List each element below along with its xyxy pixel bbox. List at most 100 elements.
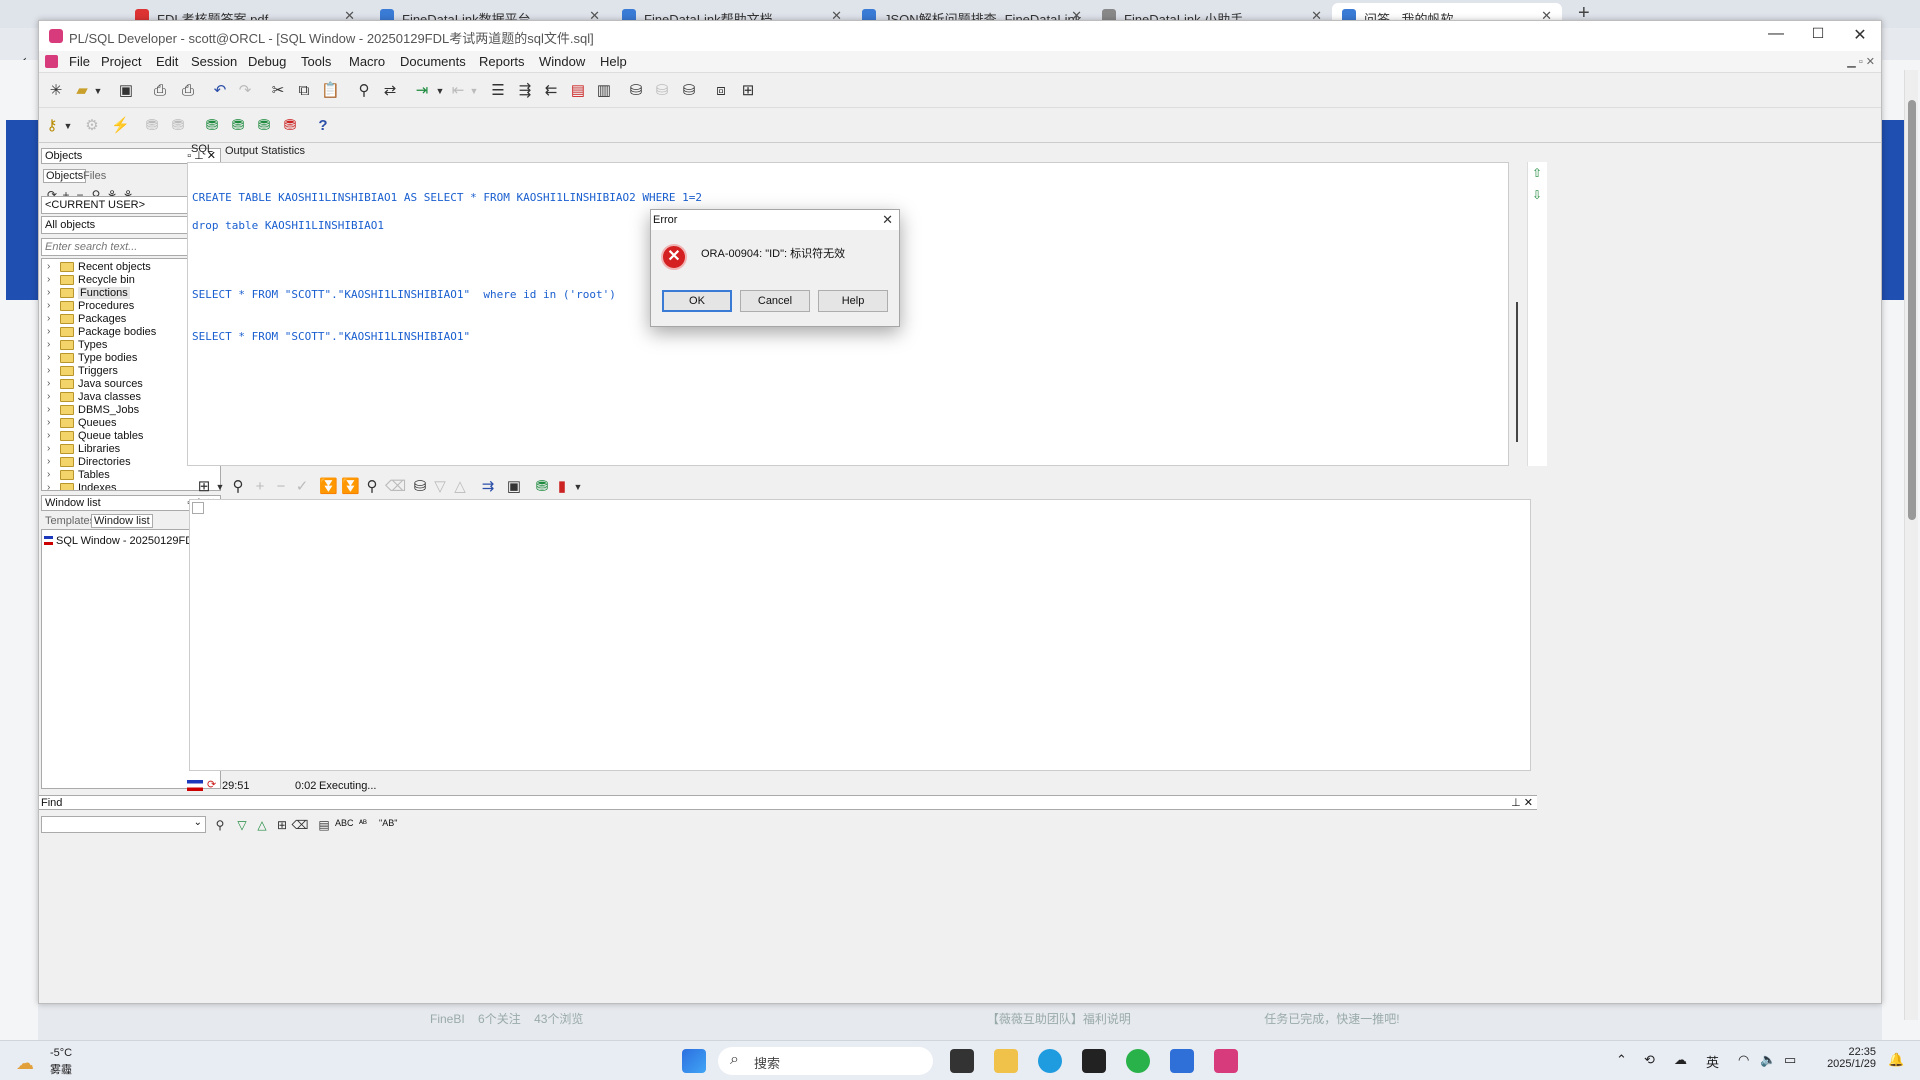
- volume-icon[interactable]: 🔈: [1760, 1052, 1776, 1068]
- minimize-button[interactable]: —: [1761, 25, 1791, 43]
- mdi-window-controls[interactable]: ▁ ▫ ✕: [1847, 55, 1875, 68]
- menu-edit[interactable]: Edit: [156, 54, 178, 69]
- export-icon[interactable]: ⇉: [479, 478, 497, 496]
- cloud-icon[interactable]: ☁: [1674, 1052, 1687, 1068]
- chevron-up-icon[interactable]: ⌃: [1616, 1052, 1627, 1068]
- post-icon[interactable]: ✓: [293, 478, 311, 496]
- menu-window[interactable]: Window: [539, 54, 585, 69]
- paste-icon[interactable]: 📋: [321, 82, 340, 100]
- print-preview-icon[interactable]: ⎙: [179, 82, 197, 100]
- input-language[interactable]: 英: [1706, 1052, 1719, 1071]
- close-window-button[interactable]: ✕: [1845, 25, 1875, 45]
- gear-icon[interactable]: ⚙: [83, 117, 101, 135]
- comment-icon[interactable]: ▤: [569, 82, 587, 100]
- plsql-developer-icon[interactable]: [1214, 1049, 1238, 1073]
- find-input[interactable]: ⌄: [41, 816, 206, 833]
- cut-icon[interactable]: ✂: [269, 82, 287, 100]
- eraser-icon[interactable]: ⌫: [291, 816, 309, 834]
- notification-icon[interactable]: 🔔: [1888, 1052, 1904, 1068]
- menu-documents[interactable]: Documents: [400, 54, 466, 69]
- help-icon[interactable]: ?: [314, 117, 332, 135]
- tab-output[interactable]: Output: [225, 145, 258, 157]
- menu-file[interactable]: File: [69, 54, 90, 69]
- ok-button[interactable]: OK: [662, 290, 732, 312]
- edge-browser-icon[interactable]: [1038, 1049, 1062, 1073]
- chevron-down-icon[interactable]: ▼: [89, 82, 107, 100]
- menu-debug[interactable]: Debug: [248, 54, 286, 69]
- save-icon[interactable]: ▣: [117, 82, 135, 100]
- tab-statistics[interactable]: Statistics: [261, 145, 305, 157]
- tab-window-list[interactable]: Window list: [91, 514, 153, 528]
- tab-templates[interactable]: Templates: [45, 515, 95, 527]
- lock-icon[interactable]: ⚲: [229, 478, 247, 496]
- wifi-icon[interactable]: ◠: [1738, 1052, 1749, 1068]
- commit-icon[interactable]: ⛁: [627, 82, 645, 100]
- undo-icon[interactable]: ↶: [211, 82, 229, 100]
- cancel-button[interactable]: Cancel: [740, 290, 810, 312]
- copy-icon[interactable]: ⧉: [295, 82, 313, 100]
- db-object-icon[interactable]: ⛃: [281, 117, 299, 135]
- explain-plan-icon[interactable]: ☰: [489, 82, 507, 100]
- print-icon[interactable]: ⎙: [151, 82, 169, 100]
- menu-project[interactable]: Project: [101, 54, 141, 69]
- unindent-icon[interactable]: ⇇: [542, 82, 560, 100]
- notepad-icon[interactable]: [1170, 1049, 1194, 1073]
- menu-tools[interactable]: Tools: [301, 54, 331, 69]
- find-next-icon[interactable]: ▽: [233, 816, 251, 834]
- delete-record-icon[interactable]: −: [272, 478, 290, 496]
- whole-word-button[interactable]: ᴬᴮ: [359, 818, 367, 828]
- uncomment-icon[interactable]: ▥: [595, 82, 613, 100]
- highlight-icon[interactable]: ⊞: [273, 816, 291, 834]
- windows-icon[interactable]: ⧈: [712, 82, 730, 100]
- query-by-example-icon[interactable]: ⛁: [411, 478, 429, 496]
- clear-icon[interactable]: ⌫: [385, 478, 406, 496]
- db-icon[interactable]: ⛃: [143, 117, 161, 135]
- menu-help[interactable]: Help: [600, 54, 627, 69]
- new-icon[interactable]: ✳: [47, 82, 65, 100]
- tab-files[interactable]: Files: [83, 170, 106, 182]
- chevron-down-icon[interactable]: ▽: [431, 478, 449, 496]
- scrollbar-thumb[interactable]: [1516, 302, 1518, 442]
- fetch-all-icon[interactable]: ⏬: [341, 478, 360, 496]
- db-icon[interactable]: ⛃: [533, 478, 551, 496]
- menu-reports[interactable]: Reports: [479, 54, 525, 69]
- window-titlebar[interactable]: PL/SQL Developer - scott@ORCL - [SQL Win…: [39, 21, 1881, 51]
- close-icon[interactable]: ✕: [882, 212, 893, 228]
- taskbar-search[interactable]: ⌕ 搜索: [718, 1047, 933, 1075]
- regex-button[interactable]: "AB": [379, 818, 397, 828]
- battery-icon[interactable]: ▭: [1784, 1052, 1796, 1068]
- add-record-icon[interactable]: +: [251, 478, 269, 496]
- session-icon[interactable]: ⛃: [229, 117, 247, 135]
- selection-icon[interactable]: ▤: [315, 816, 333, 834]
- arrow-up-icon[interactable]: ⇧: [1532, 166, 1542, 180]
- task-view-icon[interactable]: [950, 1049, 974, 1073]
- chevron-down-icon[interactable]: ▼: [59, 117, 77, 135]
- find-icon[interactable]: ⚲: [211, 816, 229, 834]
- db-object-icon[interactable]: ⛃: [255, 117, 273, 135]
- replace-icon[interactable]: ⇄: [381, 82, 399, 100]
- chevron-down-icon[interactable]: ▼: [569, 478, 587, 496]
- find-icon[interactable]: ⚲: [355, 82, 373, 100]
- help-button[interactable]: Help: [818, 290, 888, 312]
- terminal-icon[interactable]: [1082, 1049, 1106, 1073]
- find-icon[interactable]: ⚲: [363, 478, 381, 496]
- chevron-up-icon[interactable]: △: [451, 478, 469, 496]
- wechat-icon[interactable]: [1126, 1049, 1150, 1073]
- panel-controls-icon[interactable]: ⊥ ✕: [1511, 796, 1533, 809]
- db-icon[interactable]: ⛃: [169, 117, 187, 135]
- redo-icon[interactable]: ↷: [236, 82, 254, 100]
- lightning-icon[interactable]: ⚡: [111, 117, 130, 135]
- chevron-down-icon[interactable]: ▼: [431, 82, 449, 100]
- rollback-icon[interactable]: ⛁: [653, 82, 671, 100]
- fetch-next-icon[interactable]: ⏬: [319, 478, 338, 496]
- save-icon[interactable]: ▣: [505, 478, 523, 496]
- system-clock[interactable]: 22:35 2025/1/29: [1806, 1046, 1876, 1070]
- match-case-button[interactable]: ABC: [335, 818, 354, 828]
- arrow-down-icon[interactable]: ⇩: [1532, 188, 1542, 202]
- results-grid[interactable]: [189, 499, 1531, 771]
- menu-session[interactable]: Session: [191, 54, 237, 69]
- find-previous-icon[interactable]: △: [253, 816, 271, 834]
- browser-scrollbar[interactable]: [1904, 70, 1918, 1020]
- connect-icon[interactable]: ⛃: [203, 117, 221, 135]
- chevron-down-icon[interactable]: ▼: [465, 82, 483, 100]
